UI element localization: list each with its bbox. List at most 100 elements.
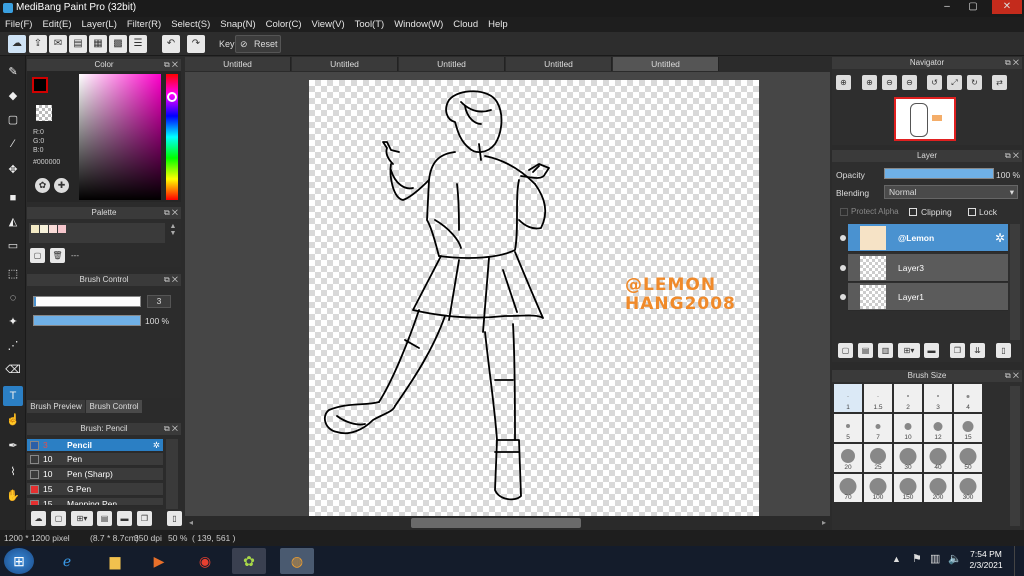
menu-select[interactable]: Select(S) — [166, 17, 215, 32]
new-layer-icon[interactable]: ▢ — [838, 343, 853, 358]
brush-size-cell[interactable]: 3 — [924, 384, 952, 412]
move-tool-icon[interactable]: ✥ — [3, 160, 23, 180]
brush-settings-icon[interactable]: ▤ — [97, 511, 112, 526]
brush-size-cell[interactable]: 200 — [924, 474, 952, 502]
folder-icon[interactable]: ▬ — [924, 343, 939, 358]
brush-item[interactable]: 15 Mapping Pen — [27, 498, 163, 506]
brush-size-cell[interactable]: 5 — [834, 414, 862, 442]
gear-icon[interactable]: ✲ — [995, 231, 1005, 245]
palette-swatch[interactable] — [49, 225, 57, 233]
rotate-left-icon[interactable]: ↺ — [927, 75, 942, 90]
brush-item[interactable]: 3 Pencil ✲ — [27, 439, 163, 452]
app-icon[interactable]: ✿ — [232, 548, 266, 574]
internet-explorer-icon[interactable]: ℯ — [50, 548, 84, 574]
menu-help[interactable]: Help — [483, 17, 513, 32]
primary-color-swatch[interactable] — [32, 77, 48, 93]
canvas-horizontal-scrollbar[interactable]: ◂ ▸ — [185, 516, 830, 530]
minimize-button[interactable]: – — [935, 0, 959, 14]
menu-layer[interactable]: Layer(L) — [77, 17, 122, 32]
layer-row[interactable]: @Lemon ✲ — [840, 224, 1008, 252]
add-layer-menu-icon[interactable]: ⊞▾ — [898, 343, 920, 358]
upload-icon[interactable]: ⇪ — [29, 35, 47, 53]
panel-close-icon[interactable]: ⧉ ✕ — [164, 423, 178, 435]
bucket-tool-icon[interactable]: ◭ — [3, 212, 23, 232]
brush-size-cell[interactable]: 50 — [954, 444, 982, 472]
doc-tab[interactable]: Untitled — [399, 57, 505, 71]
select-eraser-tool-icon[interactable]: ⌫ — [3, 360, 23, 380]
duplicate-icon[interactable]: ❐ — [137, 511, 152, 526]
flip-icon[interactable]: ⇄ — [992, 75, 1007, 90]
undo-icon[interactable]: ↶ — [162, 35, 180, 53]
list-icon[interactable]: ☰ — [129, 35, 147, 53]
shape-tool-icon[interactable]: ■ — [3, 188, 23, 208]
brush-size-cell[interactable]: 20 — [834, 444, 862, 472]
fit-screen-icon[interactable]: ⤢ — [947, 75, 962, 90]
divide-tool-icon[interactable]: ✒ — [3, 436, 23, 456]
brush-size-cell[interactable]: 25 — [864, 444, 892, 472]
brush-item[interactable]: 15 G Pen — [27, 483, 163, 496]
doc-tab-active[interactable]: Untitled — [613, 57, 719, 71]
start-button-icon[interactable]: ⊞ — [4, 548, 34, 574]
panel-close-icon[interactable]: ⧉ ✕ — [1005, 57, 1019, 69]
doc-tab[interactable]: Untitled — [185, 57, 291, 71]
palette-swatch[interactable] — [40, 225, 48, 233]
scroll-right-icon[interactable]: ▸ — [822, 518, 826, 527]
scroll-left-icon[interactable]: ◂ — [189, 518, 193, 527]
rotate-right-icon[interactable]: ↻ — [967, 75, 982, 90]
scroll-thumb[interactable] — [411, 518, 581, 528]
brush-size-cell[interactable]: 1.5 — [864, 384, 892, 412]
layer-opacity-slider[interactable] — [884, 168, 994, 179]
chat-icon[interactable]: ✉ — [49, 35, 67, 53]
panel-close-icon[interactable]: ⧉ ✕ — [164, 207, 178, 219]
trash-icon[interactable]: ▯ — [996, 343, 1011, 358]
add-brush-icon[interactable]: ⊞▾ — [71, 511, 93, 526]
palette-add-icon[interactable]: ✚ — [54, 178, 69, 193]
hand-tool-icon[interactable]: ✋ — [3, 486, 23, 506]
menu-tool[interactable]: Tool(T) — [350, 17, 390, 32]
document-icon[interactable]: ▦ — [89, 35, 107, 53]
menu-color[interactable]: Color(C) — [261, 17, 307, 32]
secondary-color-swatch[interactable] — [36, 105, 52, 121]
zoom-out-icon[interactable]: ⊖ — [902, 75, 917, 90]
eraser-tool-icon[interactable]: ◆ — [3, 86, 23, 106]
zoom-in-icon[interactable]: ⊕ — [862, 75, 877, 90]
network-icon[interactable]: ▥ — [930, 552, 940, 565]
eyedropper-tool-icon[interactable]: ⌇ — [3, 462, 23, 482]
brush-size-scrollbar[interactable] — [1010, 386, 1020, 526]
brush-size-cell[interactable]: 2 — [894, 384, 922, 412]
operation-tool-icon[interactable]: ☝ — [3, 410, 23, 430]
redo-icon[interactable]: ↷ — [187, 35, 205, 53]
dot-tool-icon[interactable]: ▢ — [3, 110, 23, 130]
media-player-icon[interactable]: ▶ — [142, 548, 176, 574]
flag-icon[interactable]: ⚑ — [912, 552, 922, 565]
palette-scroll-icon[interactable]: ▲ ▼ — [168, 223, 178, 243]
palette-swatch[interactable] — [58, 225, 66, 233]
comment-icon[interactable]: ▤ — [69, 35, 87, 53]
trash-icon[interactable]: 🗑 — [50, 248, 65, 263]
cloud-icon[interactable]: ☁ — [8, 35, 26, 53]
doc-tab[interactable]: Untitled — [506, 57, 612, 71]
medibang-icon[interactable]: ◍ — [280, 548, 314, 574]
new-palette-icon[interactable]: ▢ — [30, 248, 45, 263]
brush-size-cell[interactable]: 12 — [924, 414, 952, 442]
hue-handle[interactable] — [167, 92, 177, 102]
brush-cloud-icon[interactable]: ☁ — [31, 511, 46, 526]
brush-size-cell[interactable]: 70 — [834, 474, 862, 502]
brush-size-cell[interactable]: 15 — [954, 414, 982, 442]
navigator-preview[interactable] — [894, 97, 956, 141]
blur-tool-icon[interactable]: ⁄ — [3, 134, 23, 154]
brush-item[interactable]: 10 Pen — [27, 453, 163, 466]
duplicate-icon[interactable]: ❐ — [950, 343, 965, 358]
brush-opacity-slider[interactable] — [33, 315, 141, 326]
panel-close-icon[interactable]: ⧉ ✕ — [164, 59, 178, 71]
menu-file[interactable]: File(F) — [0, 17, 37, 32]
merge-icon[interactable]: ⇊ — [970, 343, 985, 358]
select-rect-tool-icon[interactable]: ⬚ — [3, 264, 23, 284]
tab-brush-preview[interactable]: Brush Preview — [27, 400, 85, 413]
palette-swatch[interactable] — [31, 225, 39, 233]
gradient-tool-icon[interactable]: ▭ — [3, 236, 23, 256]
gear-icon[interactable]: ✲ — [153, 439, 160, 452]
layer-row[interactable]: Layer1 — [840, 283, 1008, 311]
lasso-tool-icon[interactable]: ◌ — [3, 288, 23, 308]
brush-list-scrollbar[interactable] — [166, 439, 178, 509]
